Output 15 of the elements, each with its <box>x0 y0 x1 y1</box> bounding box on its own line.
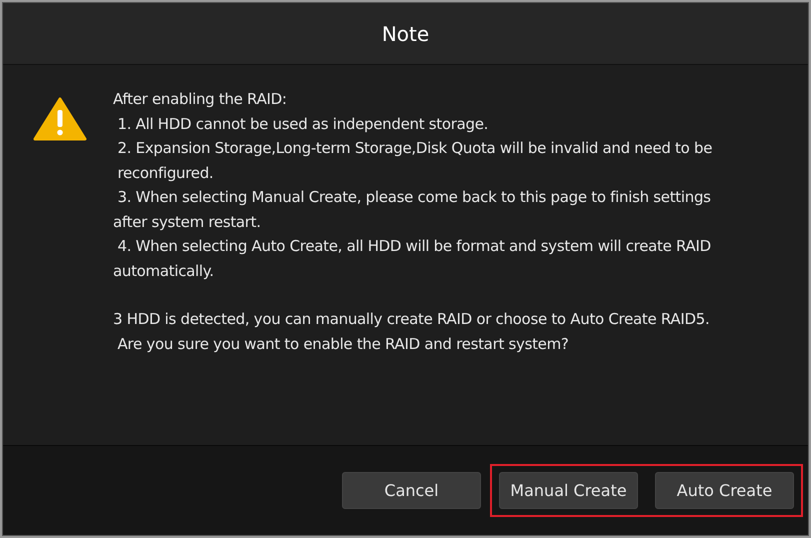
message-line: 1. All HDD cannot be used as independent storage. <box>116 114 490 134</box>
message-line: automatically. <box>113 260 215 282</box>
message-line: after system restart. <box>113 212 262 232</box>
message-line: 2. Expansion Storage,Long-term Storage,Disk Quota will be invalid and need to be <box>116 138 712 159</box>
message-line: After enabling the RAID: <box>113 89 288 110</box>
dialog-title: Note <box>382 20 430 48</box>
message-line: 3. When selecting Manual Create, please come back to this page to finish settings <box>116 187 712 208</box>
message-line: 3 HDD is detected, you can manually create RAID or choose to Auto Create RAID5. <box>113 309 710 330</box>
dialog-button[interactable]: Manual Create <box>499 472 638 509</box>
message-line: reconfigured. <box>116 162 214 184</box>
message-line: 4. When selecting Auto Create, all HDD will be format and system will create RAID <box>116 236 712 257</box>
warning-icon <box>33 97 87 141</box>
dialog-button[interactable]: Auto Create <box>655 472 794 509</box>
dialog-button[interactable]: Cancel <box>342 472 481 509</box>
message-line: Are you sure you want to enable the RAID and restart system? <box>116 334 570 354</box>
